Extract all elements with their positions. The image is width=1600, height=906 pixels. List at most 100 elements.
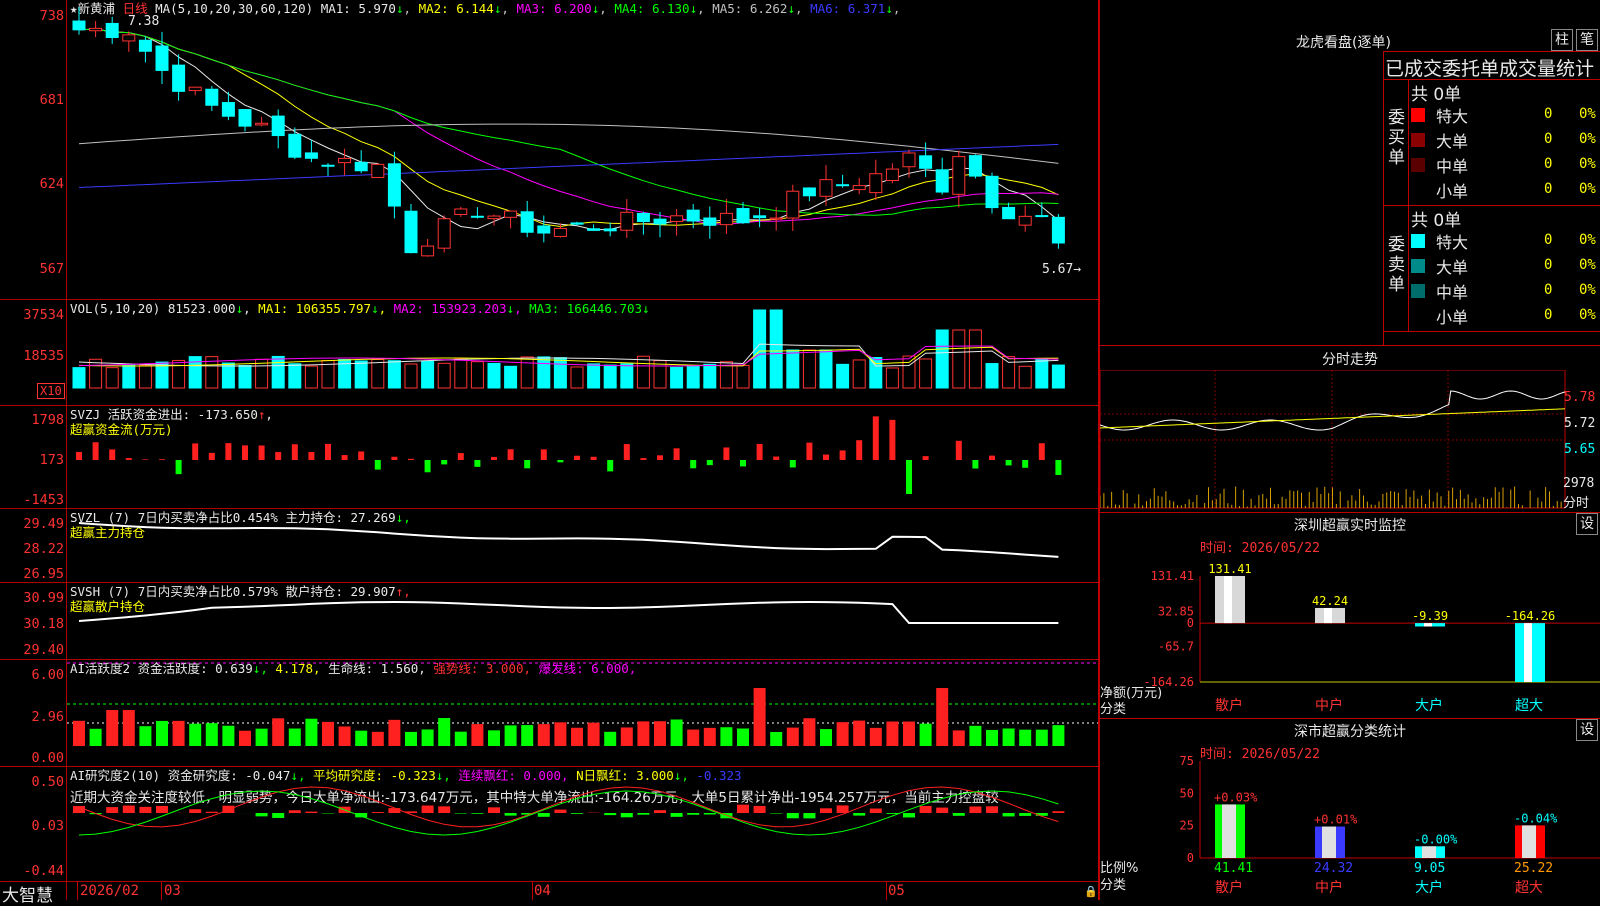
activity-bar <box>189 724 201 746</box>
activity-bar <box>73 721 85 746</box>
research-bar <box>886 813 898 814</box>
divider <box>0 881 1098 882</box>
fund-flow-chart[interactable] <box>67 406 1098 508</box>
classify-ytick: 75 <box>1180 755 1194 768</box>
activity-bar <box>90 729 102 746</box>
volume-bar <box>704 364 716 388</box>
tick-mode-button[interactable]: 笔 <box>1576 29 1598 51</box>
divider <box>532 881 533 900</box>
candle-body <box>754 216 766 218</box>
classify-bar-2 <box>1415 846 1445 858</box>
fund-flow-bar <box>458 453 464 460</box>
fund-flow-bar <box>823 455 829 460</box>
classify-bar-highlight <box>1222 804 1236 858</box>
activity-bar <box>239 731 251 746</box>
activity-bar <box>272 718 284 746</box>
activity-bar <box>455 732 467 746</box>
volume-bar <box>936 330 948 388</box>
candle-body <box>339 158 351 162</box>
candle-body <box>853 186 865 190</box>
volume-bar <box>73 368 85 388</box>
research-bar <box>106 807 118 813</box>
lhb-row-rows_buy-2: 中单00% <box>1411 153 1600 177</box>
volume-bar <box>853 360 865 388</box>
research-bar <box>272 813 284 818</box>
lhb-row-name: 小单 <box>1436 304 1468 328</box>
bar-mode-button[interactable]: 柱 <box>1551 29 1573 51</box>
volume-bar <box>372 359 384 388</box>
retail-holding-chart[interactable] <box>67 583 1098 659</box>
intraday-vol-sub: 分时 <box>1563 492 1589 511</box>
lhb-row-qty: 0 <box>1544 156 1552 172</box>
research-bar <box>787 813 799 818</box>
activity-bar <box>139 726 151 746</box>
volume-bar <box>388 361 400 388</box>
fund-flow-bar <box>159 459 165 460</box>
intraday-yaxis-1: 5.78 <box>1564 390 1595 405</box>
volume-bar <box>870 358 882 388</box>
candle-body <box>372 164 384 177</box>
intraday-chart[interactable] <box>1100 370 1600 510</box>
classify-bar-chart[interactable]: 7550250+0.03%41.41散户+0.01%24.32中户-0.00%9… <box>1100 755 1600 900</box>
activity-bar <box>521 725 533 746</box>
lhb-row-name: 特大 <box>1436 229 1468 253</box>
research-bar <box>737 805 749 813</box>
fund-flow-bar <box>806 443 812 460</box>
activity-bar <box>488 730 500 746</box>
fund-flow-bar <box>76 452 82 460</box>
color-swatch <box>1411 108 1425 122</box>
fund-flow-bar <box>607 460 613 471</box>
fund-flow-bar <box>375 460 381 470</box>
classify-settings-button[interactable]: 设 <box>1576 719 1598 741</box>
volume-bar <box>588 364 600 388</box>
lhb-row-pct: 0% <box>1579 106 1596 122</box>
classify-bar-delta: +0.01% <box>1314 813 1358 827</box>
research-bar <box>704 813 716 814</box>
volume-bar <box>471 362 483 388</box>
classify-bar-3 <box>1515 825 1545 858</box>
activity-bar <box>936 688 948 746</box>
low-mark: 5.67→ <box>1042 262 1081 277</box>
monitor-bar-chart[interactable]: 131.4132.850-65.7-164.26131.41散户42.24中户-… <box>1100 550 1600 720</box>
activity-bar <box>173 721 185 746</box>
activity-bar <box>1036 730 1048 746</box>
volume-bar <box>1052 365 1064 388</box>
candle-body <box>139 40 151 51</box>
fund-flow-bar <box>657 455 663 460</box>
volume-bar <box>222 363 234 388</box>
main-holding-chart[interactable] <box>67 509 1098 582</box>
activity-bar <box>886 721 898 746</box>
divider <box>77 881 78 900</box>
research-bar <box>671 813 683 817</box>
candle-body <box>588 229 600 231</box>
research-bar <box>538 813 550 817</box>
main-yaxis-3: 624 <box>0 176 64 192</box>
candle-body <box>720 213 732 224</box>
divider <box>886 881 887 900</box>
volume-bar <box>1003 357 1015 388</box>
activity-bar <box>737 729 749 746</box>
ai-active-yaxis-1: 6.00 <box>0 667 64 683</box>
lhb-title: 龙虎看盘(逐单) <box>1296 32 1391 52</box>
candlestick-chart[interactable] <box>67 0 1098 299</box>
volume-bar <box>538 357 550 388</box>
candle-body <box>571 223 583 224</box>
fund-flow-bar <box>640 458 646 460</box>
candle-body <box>538 226 550 233</box>
color-swatch <box>1411 133 1425 147</box>
monitor-settings-button[interactable]: 设 <box>1576 513 1598 535</box>
lock-icon[interactable]: 🔒 <box>1084 885 1098 898</box>
volume-bar <box>355 361 367 388</box>
volume-chart[interactable] <box>67 300 1098 405</box>
intraday-yaxis-3: 5.65 <box>1564 442 1595 457</box>
ai-active-chart[interactable] <box>67 660 1098 766</box>
lhb-row-qty: 0 <box>1544 232 1552 248</box>
monitor-category-label: 中户 <box>1315 697 1343 714</box>
volume-bar <box>820 350 832 388</box>
ai-research-chart[interactable] <box>67 767 1098 881</box>
candle-body <box>90 28 102 30</box>
research-bar <box>936 808 948 813</box>
lhb-row-rows_buy-0: 特大00% <box>1411 103 1600 127</box>
retail-holding-line <box>79 602 1058 623</box>
classify-bar-highlight <box>1522 825 1536 858</box>
